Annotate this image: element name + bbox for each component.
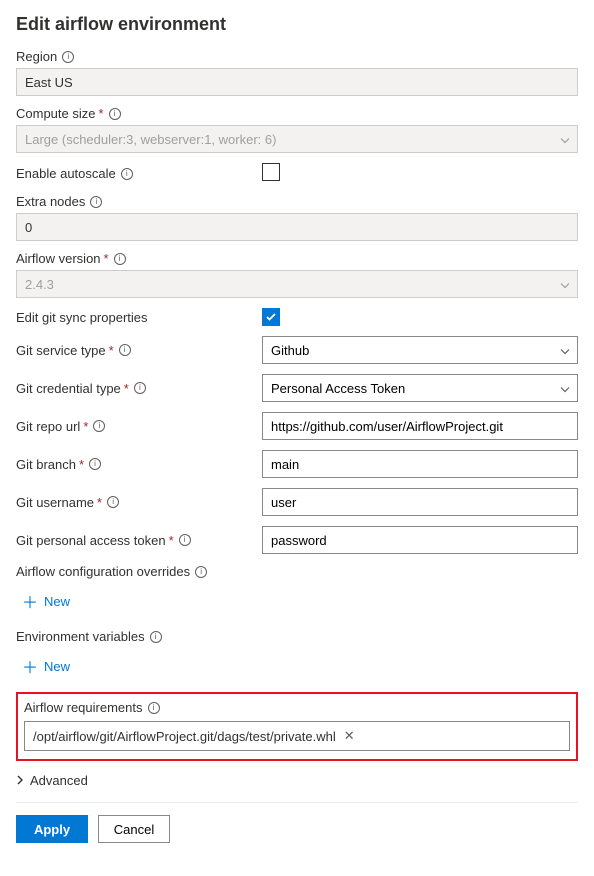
- requirements-value: /opt/airflow/git/AirflowProject.git/dags…: [33, 729, 336, 744]
- info-icon[interactable]: i: [89, 458, 101, 470]
- region-input[interactable]: [16, 68, 578, 96]
- required-marker: *: [169, 533, 174, 548]
- new-label: New: [44, 594, 70, 609]
- env-vars-new-button[interactable]: ＋ New: [16, 650, 578, 688]
- git-credential-type-select[interactable]: [262, 374, 578, 402]
- required-marker: *: [109, 343, 114, 358]
- git-service-type-label: Git service type: [16, 343, 106, 358]
- enable-autoscale-field: Enable autoscale i: [16, 163, 578, 184]
- required-marker: *: [98, 106, 103, 121]
- info-icon[interactable]: i: [121, 168, 133, 180]
- footer: Apply Cancel: [16, 802, 578, 843]
- env-vars-label: Environment variables: [16, 629, 145, 644]
- git-repo-url-field: Git repo url * i: [16, 412, 578, 440]
- required-marker: *: [104, 251, 109, 266]
- compute-size-field: Compute size * i: [16, 106, 578, 153]
- remove-tag-icon[interactable]: ✕: [344, 728, 355, 744]
- extra-nodes-input[interactable]: [16, 213, 578, 241]
- info-icon[interactable]: i: [148, 702, 160, 714]
- plus-icon: ＋: [22, 654, 38, 678]
- advanced-toggle[interactable]: Advanced: [16, 773, 578, 788]
- git-credential-type-label: Git credential type: [16, 381, 121, 396]
- required-marker: *: [83, 419, 88, 434]
- airflow-requirements-highlight: Airflow requirements i /opt/airflow/git/…: [16, 692, 578, 761]
- git-pat-field: Git personal access token * i: [16, 526, 578, 554]
- required-marker: *: [97, 495, 102, 510]
- info-icon[interactable]: i: [90, 196, 102, 208]
- info-icon[interactable]: i: [179, 534, 191, 546]
- enable-autoscale-label: Enable autoscale: [16, 166, 116, 181]
- requirements-label: Airflow requirements: [24, 700, 143, 715]
- git-service-type-select[interactable]: [262, 336, 578, 364]
- compute-size-label: Compute size: [16, 106, 95, 121]
- git-repo-url-label: Git repo url: [16, 419, 80, 434]
- info-icon[interactable]: i: [114, 253, 126, 265]
- info-icon[interactable]: i: [150, 631, 162, 643]
- page-title: Edit airflow environment: [16, 14, 578, 35]
- info-icon[interactable]: i: [93, 420, 105, 432]
- chevron-right-icon: [16, 773, 24, 788]
- git-username-field: Git username * i: [16, 488, 578, 516]
- airflow-version-label: Airflow version: [16, 251, 101, 266]
- extra-nodes-label: Extra nodes: [16, 194, 85, 209]
- required-marker: *: [124, 381, 129, 396]
- required-marker: *: [79, 457, 84, 472]
- region-label: Region: [16, 49, 57, 64]
- git-credential-type-field: Git credential type * i: [16, 374, 578, 402]
- info-icon[interactable]: i: [134, 382, 146, 394]
- info-icon[interactable]: i: [107, 496, 119, 508]
- requirements-input[interactable]: /opt/airflow/git/AirflowProject.git/dags…: [24, 721, 570, 751]
- edit-git-sync-label: Edit git sync properties: [16, 310, 148, 325]
- git-branch-field: Git branch * i: [16, 450, 578, 478]
- region-field: Region i: [16, 49, 578, 96]
- git-pat-input[interactable]: [262, 526, 578, 554]
- enable-autoscale-checkbox[interactable]: [262, 163, 280, 181]
- advanced-label: Advanced: [30, 773, 88, 788]
- git-branch-label: Git branch: [16, 457, 76, 472]
- config-overrides-section: Airflow configuration overrides i: [16, 564, 578, 579]
- info-icon[interactable]: i: [195, 566, 207, 578]
- plus-icon: ＋: [22, 589, 38, 613]
- env-vars-section: Environment variables i: [16, 629, 578, 644]
- edit-git-sync-checkbox[interactable]: [262, 308, 280, 326]
- info-icon[interactable]: i: [119, 344, 131, 356]
- cancel-button[interactable]: Cancel: [98, 815, 170, 843]
- airflow-version-field: Airflow version * i: [16, 251, 578, 298]
- git-username-input[interactable]: [262, 488, 578, 516]
- git-service-type-field: Git service type * i: [16, 336, 578, 364]
- git-repo-url-input[interactable]: [262, 412, 578, 440]
- extra-nodes-field: Extra nodes i: [16, 194, 578, 241]
- apply-button[interactable]: Apply: [16, 815, 88, 843]
- info-icon[interactable]: i: [62, 51, 74, 63]
- new-label: New: [44, 659, 70, 674]
- git-pat-label: Git personal access token: [16, 533, 166, 548]
- config-overrides-label: Airflow configuration overrides: [16, 564, 190, 579]
- config-overrides-new-button[interactable]: ＋ New: [16, 585, 578, 623]
- compute-size-select: [16, 125, 578, 153]
- info-icon[interactable]: i: [109, 108, 121, 120]
- git-branch-input[interactable]: [262, 450, 578, 478]
- airflow-version-select: [16, 270, 578, 298]
- edit-git-sync-field: Edit git sync properties: [16, 308, 578, 326]
- git-username-label: Git username: [16, 495, 94, 510]
